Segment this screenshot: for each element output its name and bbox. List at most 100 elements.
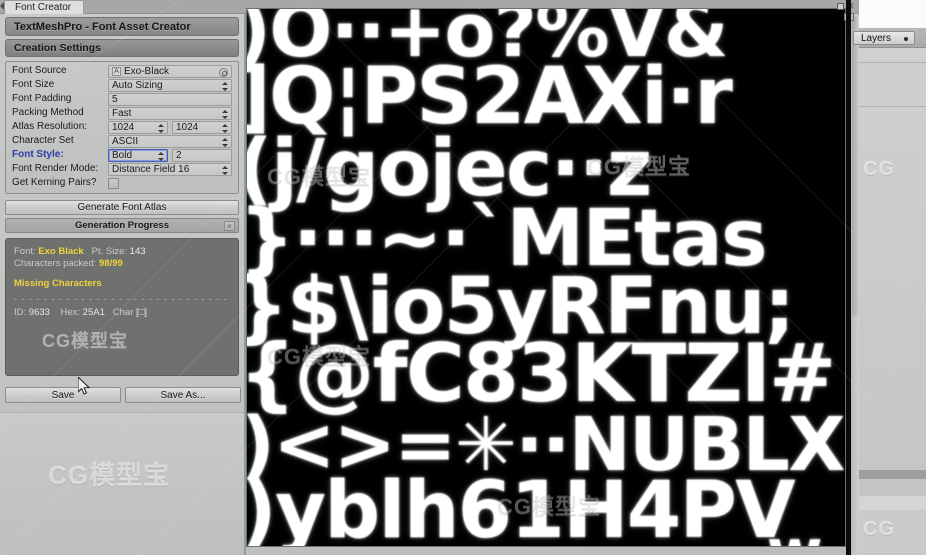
generation-progress-label: Generation Progress — [75, 220, 169, 231]
atlas-glyph-row: (j/gojec··z — [246, 124, 652, 214]
row-font-style: Font Style: Bold 2 — [8, 148, 236, 162]
layers-dropdown-label: Layers — [861, 32, 892, 44]
console-line-font: Font: Exo Black Pt. Size: 143 — [14, 246, 230, 258]
chevron-down-icon — [904, 37, 908, 41]
font-creator-window: Font Creator TextMeshPro - Font Asset Cr… — [0, 0, 859, 555]
editor-root: Font Creator TextMeshPro - Font Asset Cr… — [0, 0, 926, 555]
save-button-row: Save Save As... — [5, 387, 241, 403]
window-edge-gutter — [846, 0, 851, 555]
console-font-key: Font: — [14, 246, 36, 257]
atlas-glyph-row: w — [767, 522, 822, 546]
creation-settings-header[interactable]: Creation Settings — [5, 39, 239, 57]
inspector-empty-area: CG模型宝 — [0, 412, 244, 555]
watermark-text: CG模型宝 — [42, 331, 128, 351]
console-hex-key: Hex: — [60, 307, 81, 318]
chevron-updown-icon[interactable] — [222, 109, 228, 119]
value-font-padding: 5 — [112, 93, 118, 105]
console-ptsize-value: 143 — [129, 246, 146, 257]
chevron-updown-icon[interactable] — [222, 137, 228, 147]
row-font-source: Font Source A Exo-Black — [8, 64, 236, 78]
console-divider: - - - - - - - - - - - - - - - - - - - - … — [14, 294, 230, 304]
object-picker-icon[interactable] — [219, 67, 228, 77]
generate-font-atlas-label: Generate Font Atlas — [77, 202, 167, 213]
console-id-value: 9633 — [28, 307, 50, 318]
value-font-source: Exo-Black — [124, 65, 170, 77]
watermark-mark: CG — [863, 518, 895, 540]
field-font-source[interactable]: A Exo-Black — [108, 64, 232, 78]
field-atlas-height[interactable]: 1024 — [172, 120, 232, 134]
console-missing-title-text: Missing Characters — [14, 278, 102, 289]
row-get-kerning-pairs: Get Kerning Pairs? — [8, 176, 236, 190]
font-asset-icon: A — [112, 66, 121, 76]
minimize-icon[interactable] — [837, 3, 844, 10]
save-button[interactable]: Save — [5, 387, 121, 403]
save-as-button[interactable]: Save As... — [125, 387, 241, 403]
label-character-set: Character Set — [12, 135, 74, 146]
tab-label: Font Creator — [15, 2, 72, 13]
asset-creator-title-text: TextMeshPro - Font Asset Creator — [14, 20, 191, 33]
value-packing-method: Fast — [112, 107, 132, 119]
window-vertical-scrollbar[interactable] — [850, 14, 859, 555]
console-packed-key: Characters packed: — [14, 258, 97, 269]
layers-dropdown[interactable]: Layers — [853, 31, 915, 45]
row-font-size: Font Size Auto Sizing — [8, 78, 236, 92]
field-font-render-mode[interactable]: Distance Field 16 — [108, 162, 232, 176]
label-packing-method: Packing Method — [12, 107, 84, 118]
atlas-glyph-row: }···~·`MEtas — [246, 194, 767, 284]
console-missing-title: Missing Characters — [14, 278, 230, 290]
checkbox-get-kerning-pairs[interactable] — [108, 177, 119, 189]
atlas-glyph-row: ]Q¦PS2AXi·r — [246, 52, 733, 142]
chevron-updown-icon[interactable] — [158, 151, 164, 161]
label-font-render-mode: Font Render Mode: — [12, 163, 99, 174]
scene-view-strip: Layers CG CG — [853, 0, 926, 555]
row-font-padding: Font Padding 5 — [8, 92, 236, 106]
scene-view-top — [859, 0, 926, 28]
scene-view-body[interactable]: CG — [859, 48, 926, 470]
generation-progress-bar: Generation Progress × — [5, 218, 239, 233]
chevron-updown-icon[interactable] — [222, 81, 228, 91]
field-character-set[interactable]: ASCII — [108, 134, 232, 148]
row-font-render-mode: Font Render Mode: Distance Field 16 — [8, 162, 236, 176]
save-as-button-label: Save As... — [160, 389, 206, 401]
close-icon[interactable]: × — [224, 221, 235, 231]
tab-font-creator[interactable]: Font Creator — [4, 0, 85, 14]
label-font-style: Font Style: — [12, 149, 64, 160]
field-font-size[interactable]: Auto Sizing — [108, 78, 232, 92]
field-font-padding[interactable]: 5 — [108, 92, 232, 106]
chevron-updown-icon[interactable] — [222, 123, 228, 133]
field-packing-method[interactable]: Fast — [108, 106, 232, 120]
chevron-updown-icon[interactable] — [158, 123, 164, 133]
creation-settings-label: Creation Settings — [14, 42, 101, 54]
console-ptsize-key: Pt. Size: — [91, 246, 128, 257]
row-packing-method: Packing Method Fast — [8, 106, 236, 120]
font-atlas-preview[interactable]: )Ö··+o?%V& ]Q¦PS2AXi·r (j/gojec··z }···~… — [246, 8, 846, 547]
console-char-value: [□] — [136, 307, 148, 318]
field-font-style-weight[interactable]: 2 — [172, 148, 232, 162]
watermark-text: CG模型宝 — [48, 460, 171, 490]
scrollbar-thumb[interactable] — [852, 16, 858, 316]
console-line-missing-char: ID: 9633 Hex: 25A1 Char [□] — [14, 307, 230, 319]
watermark-mark: CG — [863, 158, 895, 180]
creation-settings-fields: Font Source A Exo-Black Font Size Auto S… — [5, 61, 239, 194]
atlas-glyph-row: )yblh61H4PV — [246, 466, 796, 547]
value-font-style-weight: 2 — [176, 149, 182, 161]
row-atlas-resolution: Atlas Resolution: 1024 1024 — [8, 120, 236, 134]
field-atlas-width[interactable]: 1024 — [108, 120, 168, 134]
value-font-size: Auto Sizing — [112, 79, 163, 91]
mouse-cursor — [77, 375, 92, 397]
save-button-label: Save — [51, 389, 75, 401]
generation-output-console: Font: Exo Black Pt. Size: 143 Characters… — [5, 238, 239, 376]
value-font-render-mode: Distance Field 16 — [112, 163, 190, 175]
label-atlas-resolution: Atlas Resolution: — [12, 121, 88, 132]
field-font-style[interactable]: Bold — [108, 148, 168, 162]
label-font-padding: Font Padding — [12, 93, 72, 104]
console-char-key: Char — [112, 307, 134, 318]
value-font-style: Bold — [112, 149, 133, 161]
asset-creator-title: TextMeshPro - Font Asset Creator — [5, 17, 239, 36]
generate-font-atlas-button[interactable]: Generate Font Atlas — [5, 200, 239, 215]
label-font-size: Font Size — [12, 79, 55, 90]
chevron-updown-icon[interactable] — [222, 165, 228, 175]
console-hex-value: 25A1 — [82, 307, 105, 318]
label-get-kerning-pairs: Get Kerning Pairs? — [12, 177, 97, 188]
scene-view-lower: CG — [859, 470, 926, 555]
